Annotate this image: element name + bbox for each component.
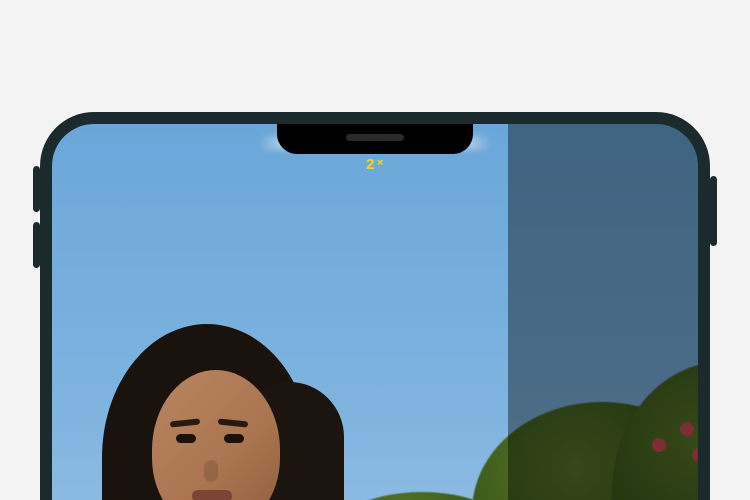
phone-body: 2 × <box>40 112 710 500</box>
camera-viewfinder[interactable] <box>52 124 698 500</box>
product-shot: 2 × <box>0 0 750 500</box>
display-notch <box>277 124 473 154</box>
speaker-grille <box>346 134 404 141</box>
camera-controls-panel <box>508 124 698 500</box>
volume-down-button[interactable] <box>33 222 40 268</box>
power-button[interactable] <box>710 176 717 246</box>
volume-up-button[interactable] <box>33 166 40 212</box>
phone-screen: 2 × <box>52 124 698 500</box>
scene-subject <box>74 312 334 500</box>
